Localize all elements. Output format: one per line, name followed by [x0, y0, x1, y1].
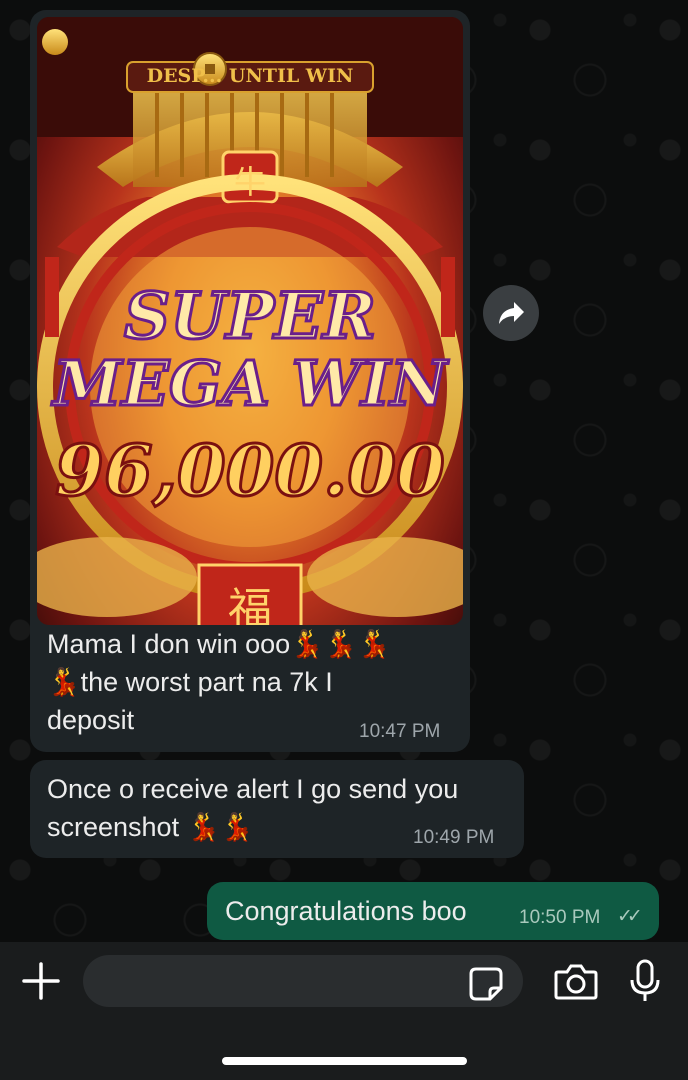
chat-area[interactable]: DESP... UNTIL WIN 牛 SUPER MEGA WIN 96,00… [0, 0, 688, 942]
sticker-icon [469, 967, 503, 1001]
banner-text: DESP... UNTIL WIN [146, 65, 354, 87]
caption-line-1: Mama I don win ooo💃💃💃 [47, 629, 391, 659]
message-line-1: Once o receive alert I go send you [47, 774, 459, 804]
fu-glyph: 福 [228, 585, 272, 625]
camera-icon [554, 964, 598, 1000]
home-indicator[interactable] [222, 1057, 467, 1065]
incoming-media-message[interactable]: DESP... UNTIL WIN 牛 SUPER MEGA WIN 96,00… [30, 10, 470, 752]
forward-arrow-icon [499, 302, 524, 324]
mega-win-text: MEGA WIN [52, 346, 449, 422]
super-text: SUPER [122, 278, 377, 356]
sticker-button[interactable] [468, 966, 504, 1002]
message-timestamp: 10:49 PM [413, 827, 495, 848]
message-image[interactable]: DESP... UNTIL WIN 牛 SUPER MEGA WIN 96,00… [37, 17, 463, 625]
microphone-icon [630, 959, 660, 1001]
win-amount-text: 96,000.00 [54, 428, 447, 514]
microphone-button[interactable] [628, 958, 662, 1004]
ox-glyph: 牛 [233, 164, 266, 200]
forward-button[interactable] [483, 285, 539, 341]
message-timestamp: 10:47 PM [359, 721, 441, 742]
message-text: Congratulations boo [225, 896, 467, 926]
message-line-2: screenshot 💃💃 [47, 812, 254, 842]
read-receipt-icon: ✓✓ [617, 906, 643, 927]
incoming-text-message[interactable]: Once o receive alert I go send you scree… [30, 760, 524, 858]
camera-button[interactable] [553, 962, 599, 1002]
caption-line-3: deposit [47, 705, 135, 735]
attach-button[interactable] [18, 958, 64, 1004]
plus-icon [22, 962, 60, 1000]
message-input[interactable] [83, 955, 523, 1007]
caption-line-2: 💃the worst part na 7k I [47, 667, 333, 697]
outgoing-text-message[interactable]: Congratulations boo 10:50 PM ✓✓ [207, 882, 659, 940]
message-timestamp: 10:50 PM [519, 907, 601, 928]
